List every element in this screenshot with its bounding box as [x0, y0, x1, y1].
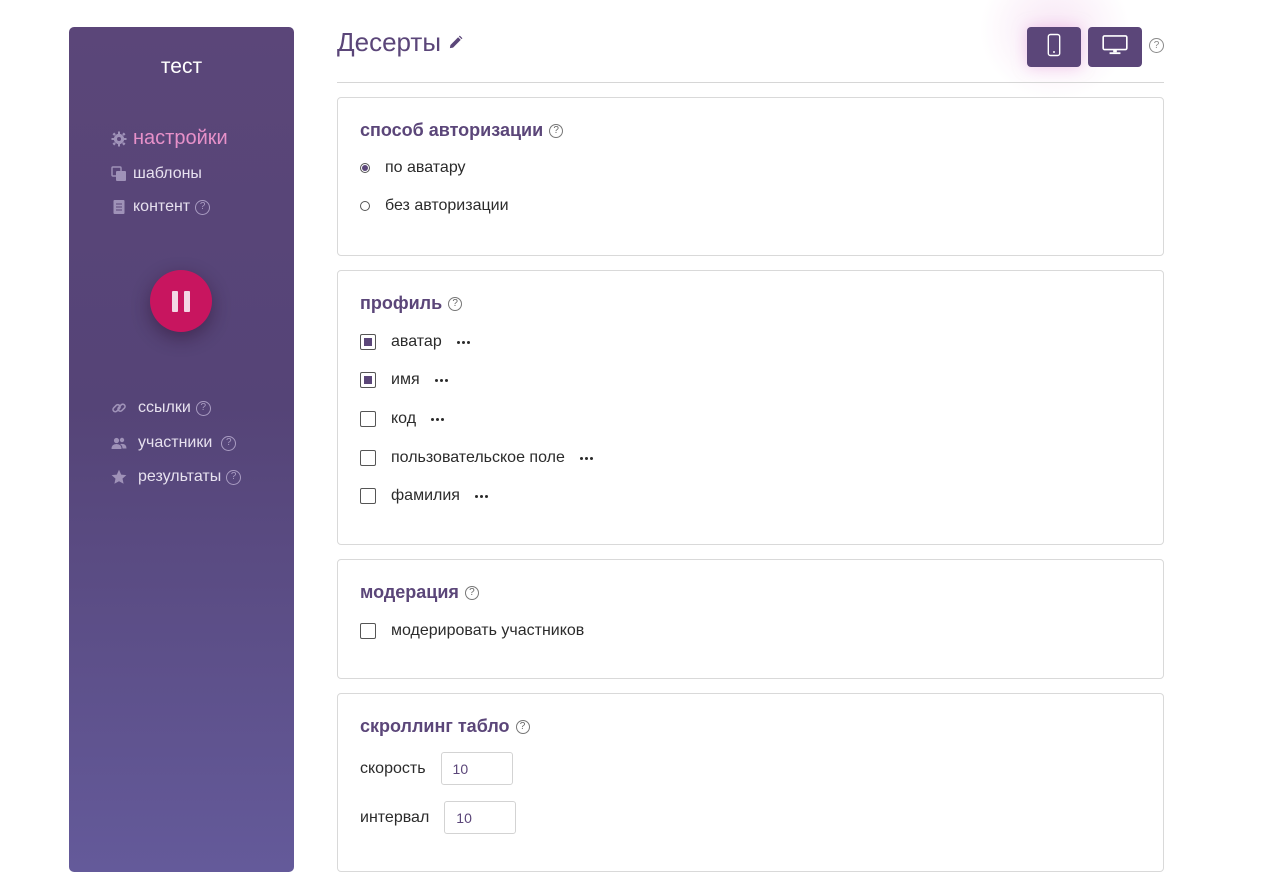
radio-button[interactable] [360, 163, 370, 173]
field-label: фамилия [391, 487, 460, 504]
sidebar-item-templates[interactable]: шаблоны [111, 165, 202, 183]
card-title-text: способ авторизации [360, 120, 544, 140]
radio-button[interactable] [360, 201, 370, 211]
auth-option-none[interactable]: без авторизации [360, 197, 509, 215]
sidebar-item-participants[interactable]: участники ? [111, 434, 237, 452]
pause-icon [172, 290, 178, 312]
checkbox[interactable] [360, 334, 376, 350]
page-title: Десерты [337, 27, 463, 58]
interval-row: интервал [360, 801, 517, 834]
more-icon[interactable] [474, 494, 488, 498]
card-title-text: скроллинг табло [360, 716, 510, 736]
sidebar-item-label: настройки [133, 127, 228, 149]
checkbox[interactable] [360, 372, 376, 388]
field-label: код [391, 410, 417, 427]
field-label: пользовательское поле [391, 449, 565, 466]
profile-field-name[interactable]: имя [360, 371, 448, 389]
page-title-text: Десерты [337, 27, 442, 57]
option-label: по аватару [385, 159, 466, 176]
field-label: имя [391, 371, 420, 388]
sidebar-item-results[interactable]: результаты ? [111, 468, 242, 486]
pause-icon-bar [184, 290, 190, 312]
desktop-view-button[interactable] [1088, 27, 1142, 67]
checkbox[interactable] [360, 623, 376, 639]
pencil-icon[interactable] [448, 35, 463, 50]
moderate-participants-option[interactable]: модерировать участников [360, 622, 584, 640]
sidebar: тест настройки шаблоны контент ? ссылки … [69, 27, 294, 872]
link-icon [111, 400, 127, 416]
auth-card: способ авторизации ? по аватару без авто… [337, 97, 1164, 256]
help-icon[interactable]: ? [195, 199, 211, 215]
profile-field-surname[interactable]: фамилия [360, 487, 488, 505]
scrolling-card: скроллинг табло ? скорость интервал [337, 693, 1164, 872]
option-label: модерировать участников [391, 622, 585, 639]
card-title-text: профиль [360, 293, 443, 313]
moderation-title: модерация ? [360, 582, 479, 603]
gear-icon [111, 131, 127, 147]
scrolling-title: скроллинг табло ? [360, 716, 530, 737]
help-icon[interactable]: ? [448, 296, 463, 311]
help-icon[interactable]: ? [515, 719, 530, 734]
help-icon[interactable]: ? [1149, 38, 1164, 53]
profile-field-code[interactable]: код [360, 410, 445, 428]
speed-label: скорость [360, 759, 426, 777]
templates-icon [111, 166, 127, 182]
mobile-view-button[interactable] [1027, 27, 1081, 67]
help-icon[interactable]: ? [464, 585, 479, 600]
checkbox[interactable] [360, 411, 376, 427]
auth-option-avatar[interactable]: по аватару [360, 159, 466, 177]
auth-title: способ авторизации ? [360, 120, 564, 141]
speed-row: скорость [360, 752, 513, 785]
star-icon [111, 469, 127, 485]
users-icon [111, 435, 127, 451]
field-label: аватар [391, 333, 442, 350]
moderation-card: модерация ? модерировать участников [337, 559, 1164, 679]
sidebar-item-label: результаты [138, 468, 222, 485]
sidebar-item-label: ссылки [138, 399, 191, 416]
sidebar-item-label: участники [138, 434, 213, 451]
sidebar-item-label: контент [133, 198, 191, 215]
help-icon[interactable]: ? [221, 435, 237, 451]
pause-button[interactable] [150, 270, 212, 332]
project-title: тест [160, 55, 203, 78]
more-icon[interactable] [431, 417, 445, 421]
sidebar-item-settings[interactable]: настройки [111, 127, 228, 150]
speed-input[interactable] [440, 752, 513, 785]
sidebar-item-content[interactable]: контент ? [111, 198, 211, 216]
interval-input[interactable] [444, 801, 517, 834]
header-divider [337, 82, 1164, 83]
profile-title: профиль ? [360, 293, 463, 314]
option-label: без авторизации [385, 197, 509, 214]
profile-field-custom[interactable]: пользовательское поле [360, 449, 593, 467]
profile-card: профиль ? аватар имя код пользовательско… [337, 270, 1164, 545]
desktop-icon [1102, 34, 1128, 60]
profile-field-avatar[interactable]: аватар [360, 333, 470, 351]
more-icon[interactable] [579, 456, 593, 460]
mobile-icon [1047, 33, 1061, 62]
help-icon[interactable]: ? [195, 400, 211, 416]
more-icon[interactable] [456, 340, 470, 344]
card-title-text: модерация [360, 582, 459, 602]
help-icon[interactable]: ? [549, 123, 564, 138]
checkbox[interactable] [360, 488, 376, 504]
checkbox[interactable] [360, 450, 376, 466]
document-icon [111, 199, 127, 215]
more-icon[interactable] [434, 378, 448, 382]
interval-label: интервал [360, 808, 430, 826]
help-icon[interactable]: ? [226, 469, 242, 485]
sidebar-item-links[interactable]: ссылки ? [111, 399, 211, 417]
sidebar-item-label: шаблоны [133, 165, 202, 182]
